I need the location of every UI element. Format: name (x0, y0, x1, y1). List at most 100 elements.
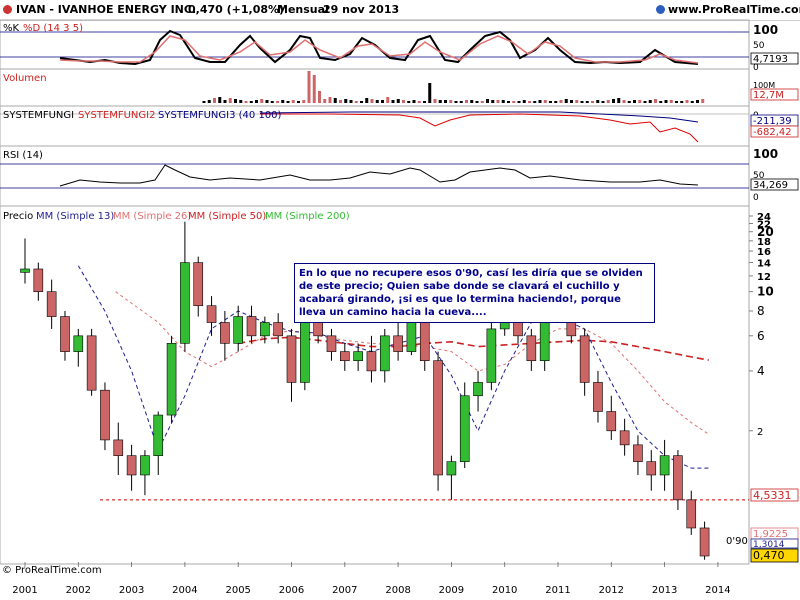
volume-bar (423, 101, 426, 103)
y-tick-label: 8 (757, 304, 765, 318)
y-tick-label: 4 (757, 364, 765, 378)
volume-bar (370, 99, 374, 103)
fungi-value-1: -211,39 (753, 116, 792, 127)
volume-bar (291, 100, 295, 103)
candle-body (20, 268, 30, 273)
candle-body (473, 382, 483, 397)
volume-bar (286, 101, 290, 103)
candle-body (579, 335, 590, 383)
volume-bar (270, 101, 274, 103)
rsi-line (59, 164, 699, 187)
x-tick-label: 2002 (66, 585, 91, 596)
volume-bar (612, 99, 615, 103)
sma200-legend: MM (Simple 200) (265, 211, 350, 222)
volume-panel (0, 68, 750, 107)
volume-bar (276, 101, 279, 103)
volume-bars (202, 71, 705, 103)
volume-bar (260, 99, 264, 103)
candle-body (673, 455, 683, 501)
volume-bar (528, 101, 531, 103)
volume-bar (344, 99, 348, 103)
copyright: © ProRealTime.com (2, 565, 102, 576)
stoch-axis-50: 50 (753, 41, 765, 51)
candle-body (699, 527, 710, 557)
volume-bar (407, 101, 411, 103)
volume-value: 12,7M (753, 90, 784, 101)
volume-bar (643, 101, 647, 103)
candle-body (300, 322, 310, 383)
volume-bar (591, 101, 594, 103)
candle-body (526, 335, 537, 362)
candle-body (379, 335, 390, 372)
candle-body (619, 430, 630, 446)
x-tick-label: 2008 (385, 585, 410, 596)
volume-bar (696, 100, 699, 103)
sma26-value: 1,9225 (753, 529, 788, 540)
volume-bar (417, 101, 421, 103)
fungi2-line (260, 113, 699, 143)
price-panel (0, 205, 750, 565)
stoch-axis-100: 100 (753, 23, 778, 37)
volume-bar (365, 98, 369, 103)
candle-body (33, 268, 44, 292)
rsi-value: 34,269 (753, 180, 788, 191)
volume-bar (312, 75, 316, 103)
volume-bar (213, 98, 216, 103)
candle-body (273, 322, 283, 337)
volume-bar (622, 100, 626, 103)
last-price-value: 0,470 (753, 549, 785, 562)
volume-bar (328, 97, 332, 103)
volume-bar (575, 100, 579, 103)
volume-bar (223, 100, 227, 103)
stoch-k-line (59, 29, 699, 66)
candle-body (633, 444, 643, 462)
volume-bar (491, 100, 495, 103)
x-tick-label: 2012 (599, 585, 624, 596)
volume-bar (349, 100, 353, 103)
x-tick-label: 2006 (279, 585, 304, 596)
volume-bar (501, 100, 505, 103)
candle-body (193, 262, 204, 307)
volume-bar (433, 99, 437, 103)
candle-body (73, 335, 84, 352)
x-tick-label: 2014 (705, 585, 730, 596)
fungi-label-3: SYSTEMFUNGI3 (40 100) (158, 110, 282, 121)
candle-body (446, 461, 457, 476)
x-tick-label: 2005 (225, 585, 250, 596)
volume-bar (654, 99, 657, 103)
volume-bar (302, 100, 306, 103)
candle-body (659, 455, 670, 476)
volume-bar (281, 100, 285, 103)
support-label: 0'90 (726, 536, 748, 547)
volume-bar (218, 97, 222, 103)
volume-bar (570, 100, 573, 103)
x-tick-label: 2007 (332, 585, 357, 596)
candle-body (220, 322, 230, 344)
volume-bar (627, 101, 631, 103)
volume-bar (606, 100, 610, 103)
volume-bar (207, 100, 211, 103)
sma50-value: 4,5331 (753, 489, 792, 502)
volume-bar (323, 99, 327, 103)
volume-bar (244, 101, 248, 103)
volume-bar (307, 71, 311, 103)
candle-body (366, 351, 377, 372)
volume-bar (339, 100, 342, 103)
volume-bar (664, 100, 668, 103)
price-label: Precio (3, 211, 33, 222)
candle-body (86, 335, 97, 391)
candle-body (326, 335, 337, 352)
volume-bar (402, 100, 405, 103)
volume-bar (638, 100, 642, 103)
sma26-legend: MM (Simple 26) (113, 211, 191, 222)
candle-body (153, 414, 164, 456)
y-tick-label: 16 (757, 247, 771, 258)
volume-bar (690, 101, 694, 103)
volume-bar (480, 101, 484, 103)
y-tick-label: 10 (757, 285, 774, 299)
x-tick-label: 2009 (439, 585, 464, 596)
volume-bar (428, 83, 432, 103)
volume-bar (675, 101, 678, 103)
candle-body (313, 322, 323, 337)
y-tick-label: 6 (757, 329, 765, 343)
